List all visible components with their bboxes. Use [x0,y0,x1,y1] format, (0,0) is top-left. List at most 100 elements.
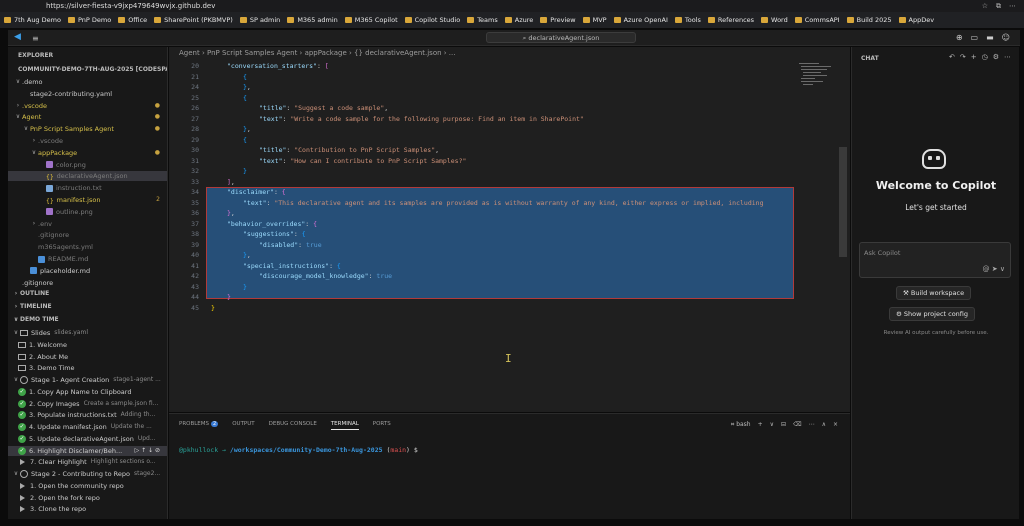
bookmark-item[interactable]: SharePoint (PKBMVP) [154,16,233,24]
code-line[interactable]: { [243,72,247,83]
demo-step-item[interactable]: 2. About Me [8,352,167,362]
tree-item[interactable]: m365agents.yml [8,242,167,252]
menu-icon[interactable]: ⋯ [1009,2,1016,11]
code-line[interactable]: "text": "This declarative agent and its … [243,198,763,209]
panel-tab-ports[interactable]: PORTS [373,421,391,430]
bookmark-item[interactable]: Word [761,16,788,24]
tree-item[interactable]: placeholder.md [8,266,167,276]
code-line[interactable]: "disclaimer": { [227,187,286,198]
more-icon[interactable]: ⋯ [1004,53,1011,61]
tree-item[interactable]: › .vscode [8,136,167,146]
new-terminal-icon[interactable]: + [758,421,763,429]
address-bar[interactable]: https://silver-fiesta-v9jxp479649wvjx.gi… [46,2,215,10]
demo-step-item[interactable]: ∨ Stage 1- Agent Creation stage1-agent ... [8,375,167,385]
code-line[interactable]: }, [227,208,235,219]
bookmark-item[interactable]: Copilot Studio [404,16,460,24]
code-line[interactable]: { [243,135,247,146]
bookmark-item[interactable]: M365 admin [287,16,338,24]
demo-step-item[interactable]: ✓ 3. Populate instructions.txt Adding th..… [8,410,167,420]
bookmark-item[interactable]: Tools [674,16,701,24]
bookmark-item[interactable]: MVP [582,16,607,24]
tree-item[interactable]: › .vscode ● [8,101,167,111]
tree-item[interactable]: ∨ .demo [8,77,167,87]
bookmark-item[interactable]: AppDev [898,16,934,24]
tree-item[interactable]: ∨ PnP Script Samples Agent ● [8,124,167,134]
new-chat-icon[interactable]: + [971,53,977,61]
bookmark-item[interactable]: Teams [467,16,498,24]
tree-item[interactable]: instruction.txt [8,183,167,193]
code-line[interactable]: "behavior_overrides": { [227,219,317,230]
tree-item[interactable]: stage2-contributing.yaml [8,89,167,99]
code-line[interactable]: } [243,166,247,177]
demo-time-section[interactable]: ∨ DEMO TIME [8,315,167,325]
demo-step-item[interactable]: 7. Clear Highlight Highlight sections o..… [8,457,167,467]
bookmark-item[interactable]: 7th Aug Demo [4,16,61,24]
code-line[interactable]: { [243,93,247,104]
account-icon[interactable]: ☺ [1002,33,1010,42]
panel-tab-problems[interactable]: PROBLEMS 2 [179,421,219,430]
tree-item[interactable]: › .env [8,219,167,229]
demo-step-item[interactable]: ∨ Stage 2 - Contributing to Repo stage2... [8,469,167,479]
demo-step-item[interactable]: 1. Welcome [8,340,167,350]
bookmark-item[interactable]: Azure [504,16,533,24]
code-line[interactable]: } [211,303,215,314]
star-icon[interactable]: ☆ [982,2,988,11]
bookmark-item[interactable]: Azure OpenAI [613,16,668,24]
code-line[interactable]: }, [243,250,251,261]
demo-step-item[interactable]: ✓ 4. Update manifest.json Update the ... [8,422,167,432]
demo-step-item[interactable]: 3. Clone the repo [8,504,167,514]
settings-icon[interactable]: ⚙ [993,53,999,61]
more-actions-icon[interactable]: ⋯ [809,421,815,429]
code-line[interactable]: "text": "How can I contribute to PnP Scr… [259,156,466,167]
demo-step-item[interactable]: ∨ Slides slides.yaml [8,328,167,338]
tree-item[interactable]: .gitignore [8,278,167,288]
code-line[interactable]: }, [243,124,251,135]
panel-tab-terminal[interactable]: TERMINAL [330,421,359,430]
demo-step-actions[interactable]: ▷ ↑ ↓ ⊘ [135,446,160,456]
undo-icon[interactable]: ↶ [949,53,955,61]
panel-toggle-icon[interactable]: ▬ [986,33,994,42]
tree-item[interactable]: ∨ Agent ● [8,112,167,122]
code-line[interactable]: "special_instructions": { [243,261,341,272]
bookmark-item[interactable]: Office [118,16,147,24]
dropdown-icon[interactable]: ∨ [770,421,774,429]
chevron-down-icon[interactable]: ∨ [1000,265,1005,273]
copilot-menu-icon[interactable]: ⊕ [956,33,963,42]
menu-icon[interactable]: ≡ [32,34,39,43]
demo-step-item[interactable]: ✓ 5. Update declarativeAgent.json Upd... [8,434,167,444]
demo-step-item[interactable]: 3. Demo Time [8,363,167,373]
command-center-search[interactable]: ⌕ declarativeAgent.json [486,32,636,43]
minimap[interactable] [797,59,837,99]
trash-icon[interactable]: ⌫ [793,421,801,429]
tree-item[interactable]: ∨ appPackage ● [8,148,167,158]
history-icon[interactable]: ◷ [982,53,988,61]
editor-scrollbar[interactable] [839,147,847,257]
bookmark-item[interactable]: Preview [540,16,576,24]
terminal-prompt[interactable]: @pkhullock → /workspaces/Community-Demo-… [179,446,418,454]
split-terminal-icon[interactable]: ⊟ [781,421,786,429]
panel-tab-debug-console[interactable]: DEBUG CONSOLE [269,421,317,430]
demo-step-item[interactable]: 1. Open the community repo [8,481,167,491]
code-line[interactable]: "text": "Write a code sample for the fol… [259,114,584,125]
tree-item[interactable]: color.png [8,160,167,170]
code-line[interactable]: } [227,292,231,303]
tree-item[interactable]: README.md [8,254,167,264]
breadcrumb[interactable]: Agent › PnP Script Samples Agent › appPa… [179,49,455,57]
demo-step-item[interactable]: ✓ 1. Copy App Name to Clipboard [8,387,167,397]
code-line[interactable]: "title": "Contribution to PnP Script Sam… [259,145,439,156]
bookmark-item[interactable]: Build 2025 [846,16,892,24]
code-line[interactable]: "disabled": true [259,240,322,251]
bookmark-item[interactable]: PnP Demo [67,16,111,24]
build-workspace-button[interactable]: ⚒ Build workspace [896,286,972,300]
close-panel-icon[interactable]: × [833,421,838,429]
code-line[interactable]: }, [243,82,251,93]
code-line[interactable]: ], [227,177,235,188]
timeline-section[interactable]: › TIMELINE [8,302,167,312]
demo-step-item[interactable]: ✓ 6. Highlight Disclamer/Beh... ▷ ↑ ↓ ⊘ [8,445,167,456]
demo-step-item[interactable]: 2. Open the fork repo [8,493,167,503]
code-line[interactable]: "title": "Suggest a code sample", [259,103,388,114]
tree-item[interactable]: .gitignore [8,230,167,240]
layout-icon[interactable]: ▭ [971,33,979,42]
bookmark-item[interactable]: CommsAPI [794,16,840,24]
bookmark-item[interactable]: References [707,16,754,24]
